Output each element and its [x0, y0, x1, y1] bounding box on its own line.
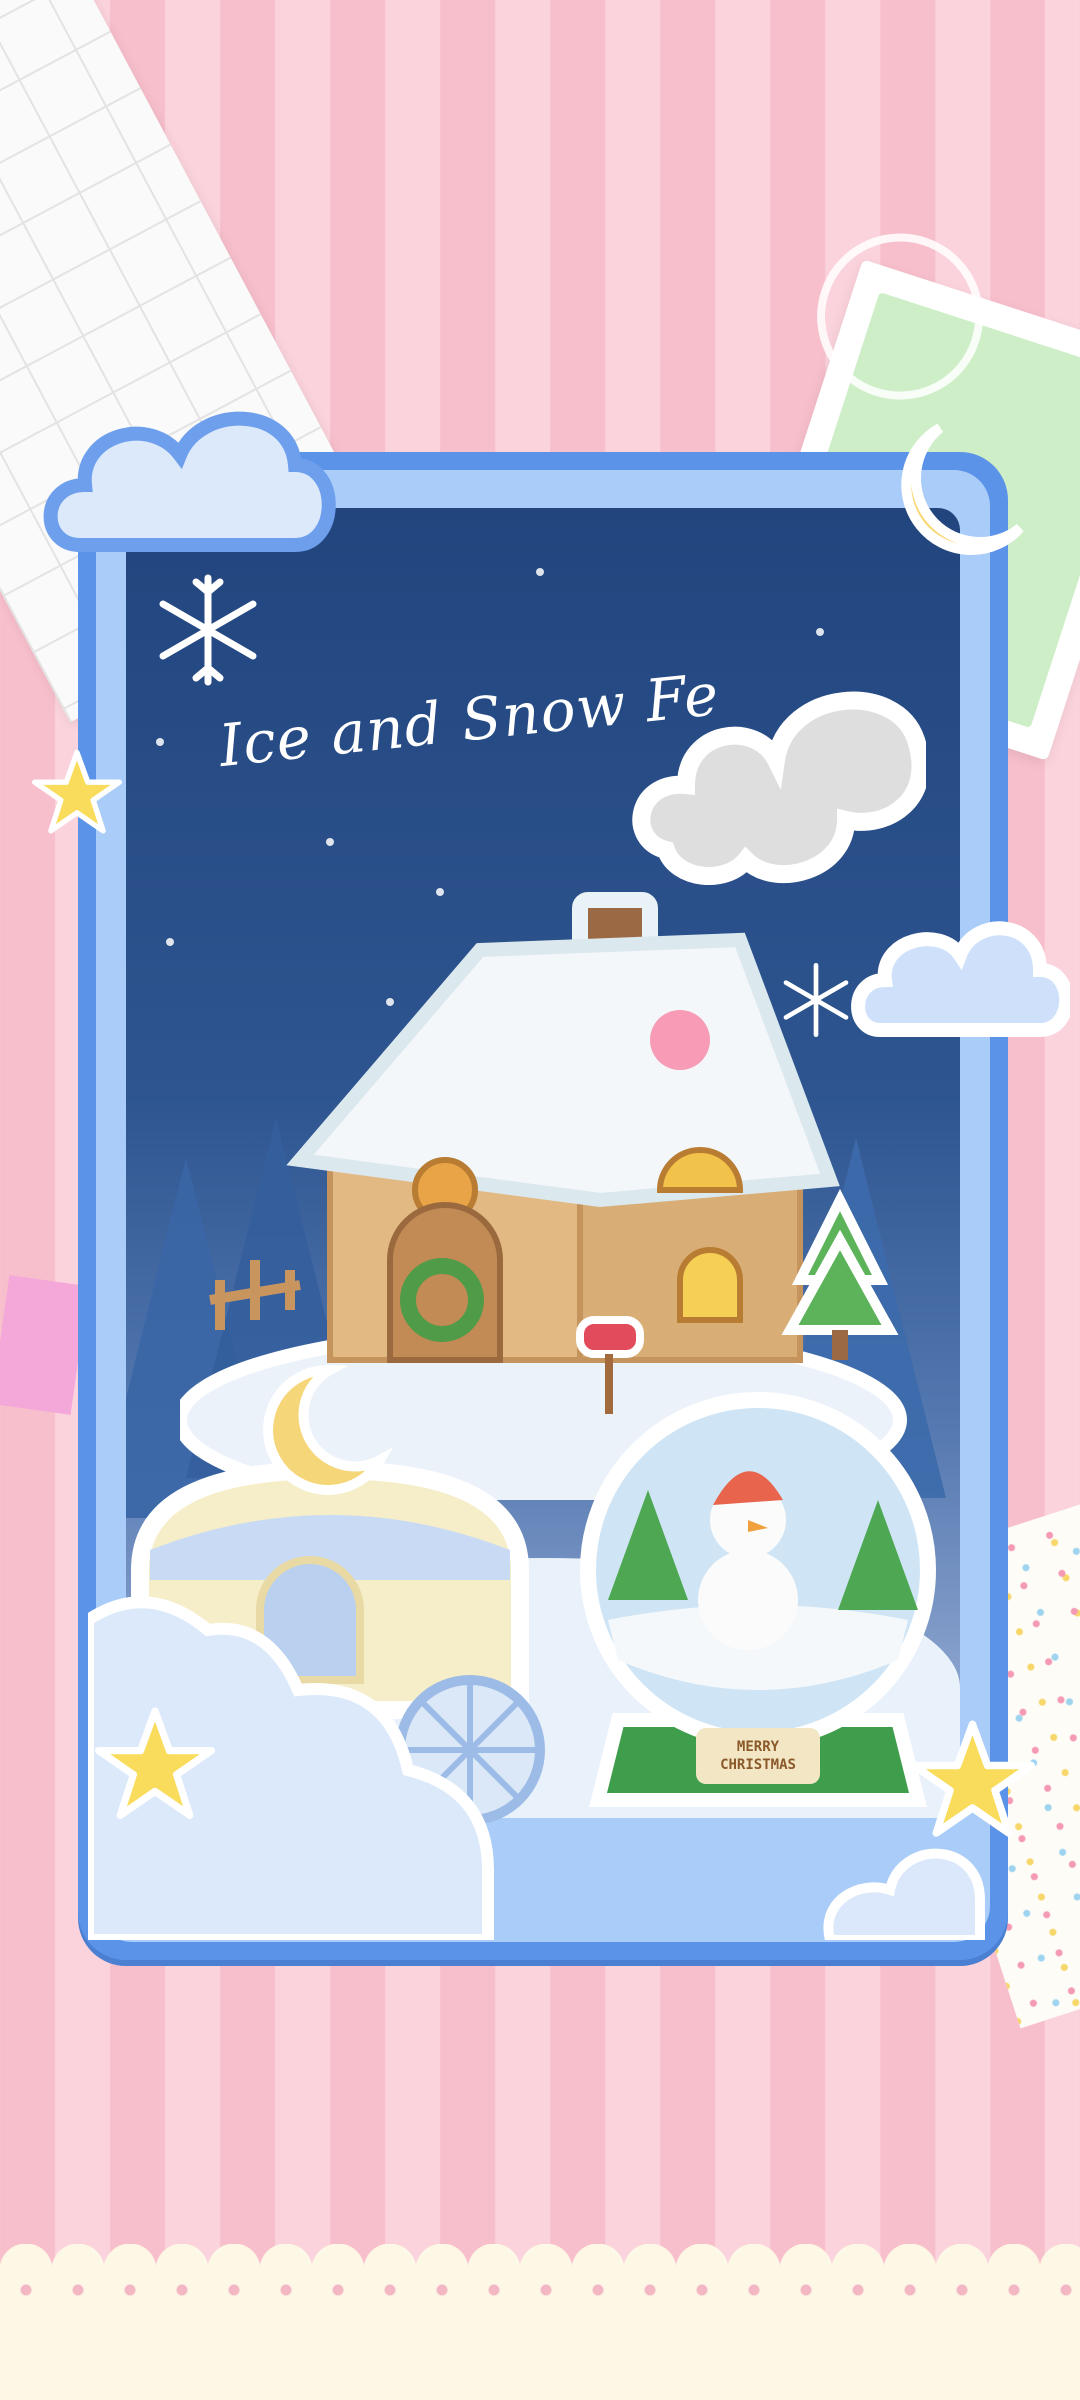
globe-plaque: MERRY CHRISTMAS	[696, 1728, 820, 1784]
lace-border	[0, 2244, 1080, 2400]
plaque-line-1: MERRY	[736, 1739, 780, 1755]
cloud-icon	[40, 395, 340, 565]
plaque-line-2: CHRISTMAS	[720, 1757, 796, 1773]
snowflake-icon	[148, 570, 268, 690]
cloud-icon	[850, 900, 1070, 1050]
star-icon	[95, 1705, 215, 1825]
moon-icon	[870, 418, 1030, 568]
star-icon	[32, 748, 122, 838]
snow-globe[interactable]: MERRY CHRISTMAS	[578, 1380, 938, 1820]
cloud-icon	[810, 1820, 990, 1940]
